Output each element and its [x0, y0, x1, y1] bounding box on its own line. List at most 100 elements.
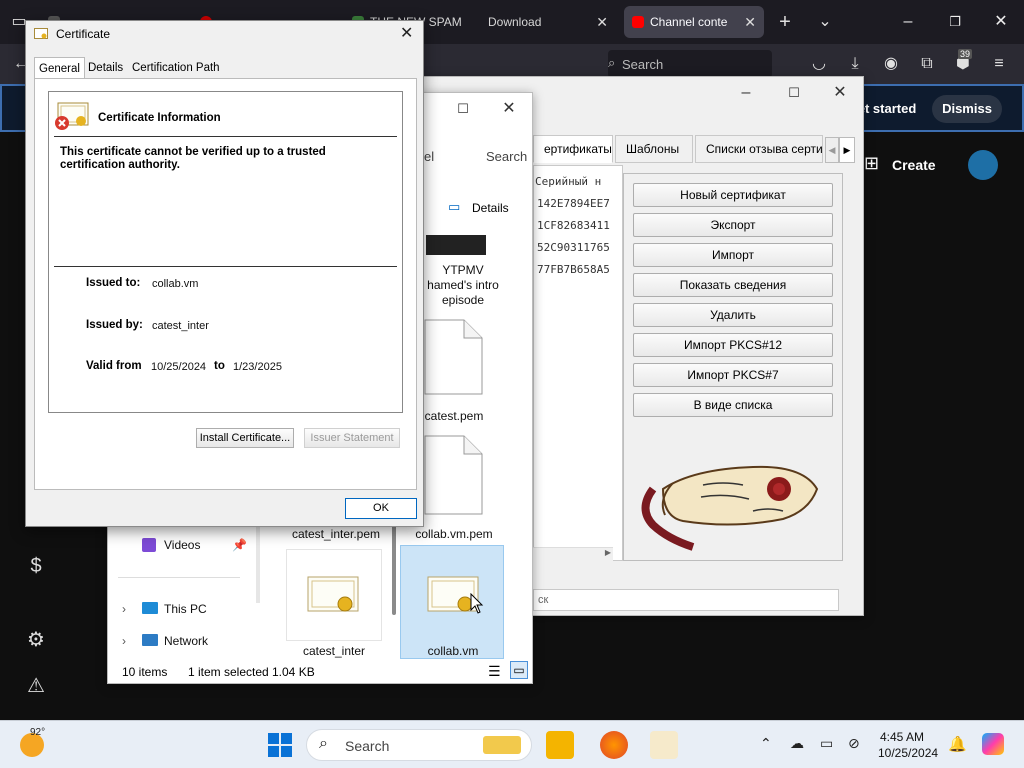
youtube-icon — [632, 16, 644, 28]
minimize-icon[interactable]: – — [731, 79, 761, 107]
details-button[interactable]: ▭ Details — [448, 197, 524, 219]
computer-icon — [142, 602, 158, 614]
clock-date[interactable]: 10/25/2024 — [878, 746, 938, 760]
file-explorer-icon[interactable] — [546, 731, 574, 759]
tab-certification-path[interactable]: Certification Path — [128, 57, 224, 79]
details-divider — [54, 266, 397, 267]
horizontal-scrollbar[interactable]: ▶ — [533, 547, 613, 561]
file-label-ytpmv[interactable]: YTPMV hamed's intro episode — [408, 263, 518, 308]
scroll-seal-illustration — [641, 465, 819, 551]
account-icon[interactable]: ◉ — [880, 53, 902, 75]
create-button[interactable]: ⊞ Create — [858, 150, 950, 180]
maximize-icon[interactable]: ☐ — [779, 79, 809, 107]
file-label-catest-inter-pem[interactable]: catest_inter.pem — [276, 527, 396, 541]
file-icon[interactable] — [424, 435, 484, 515]
firefox-icon[interactable] — [600, 731, 628, 759]
tab-certificates[interactable]: ертификаты — [533, 135, 613, 163]
tab-general[interactable]: General — [34, 57, 85, 79]
list-item[interactable]: 1CF82683411 — [537, 215, 621, 237]
close-icon[interactable]: ✕ — [400, 23, 413, 43]
heading-divider — [54, 136, 397, 137]
valid-to-label: to — [214, 360, 225, 372]
video-thumbnail[interactable] — [426, 235, 486, 255]
pin-icon[interactable]: 📌 — [232, 535, 247, 555]
serial-column-header[interactable]: Серийный н — [535, 171, 619, 193]
export-button[interactable]: Экспорт — [633, 213, 833, 237]
list-item[interactable]: 77FB7B658A5 — [537, 259, 621, 281]
close-icon[interactable]: ✕ — [744, 6, 756, 38]
file-tile-selected[interactable]: collab.vm — [400, 545, 504, 659]
file-tile[interactable] — [286, 549, 382, 641]
chevron-right-icon[interactable]: › — [122, 599, 126, 619]
windows-start-icon[interactable] — [268, 733, 292, 757]
new-certificate-button[interactable]: Новый сертификат — [633, 183, 833, 207]
taskbar-search[interactable]: ⌕ Search — [306, 729, 532, 761]
close-icon[interactable]: ✕ — [494, 95, 524, 123]
certificate-file-icon — [307, 576, 359, 612]
close-icon[interactable]: ✕ — [596, 6, 608, 38]
ok-button[interactable]: OK — [345, 498, 417, 519]
dismiss-button[interactable]: Dismiss — [932, 95, 1002, 123]
close-icon[interactable]: ✕ — [825, 79, 855, 107]
earn-icon[interactable]: $ — [22, 552, 50, 580]
details-view-icon[interactable]: ☰ — [488, 663, 501, 680]
file-label-catest-inter[interactable]: catest_inter — [286, 644, 382, 658]
feedback-icon[interactable]: ⚠ — [22, 672, 50, 700]
chevron-down-icon[interactable]: ⌄ — [814, 11, 836, 33]
list-item[interactable]: 52C90311765 — [537, 237, 621, 259]
browser-tab-download[interactable]: Download ✕ — [476, 6, 616, 38]
item-count: 10 items — [122, 665, 168, 679]
new-tab-icon[interactable]: + — [774, 11, 796, 33]
certificate-warning-icon — [55, 102, 89, 130]
file-label-collab-vm-pem[interactable]: collab.vm.pem — [402, 527, 506, 541]
avatar[interactable] — [968, 150, 998, 180]
chevron-right-icon[interactable]: › — [122, 631, 126, 651]
issued-by-value: catest_inter — [152, 320, 209, 332]
close-icon[interactable]: ✕ — [986, 8, 1016, 36]
status-field[interactable]: ск — [533, 589, 839, 611]
maximize-icon[interactable]: ☐ — [448, 95, 478, 123]
network-status-icon[interactable]: ⊘ — [848, 735, 860, 752]
cloud-sync-icon[interactable]: ☁ — [790, 735, 804, 752]
install-certificate-button[interactable]: Install Certificate... — [196, 428, 294, 448]
tab-details[interactable]: Details — [84, 57, 127, 79]
tab-templates[interactable]: Шаблоны — [615, 135, 693, 163]
settings-icon[interactable]: ⚙ — [22, 626, 50, 654]
search-box[interactable]: ⌕ Search — [608, 50, 772, 78]
search-label[interactable]: Search — [486, 149, 527, 164]
import-button[interactable]: Импорт — [633, 243, 833, 267]
notification-bell-icon[interactable]: 🔔 — [948, 735, 967, 753]
status-bar: 10 items 1 item selected 1.04 KB ☰ ▭ — [108, 661, 532, 683]
large-icons-view-icon[interactable]: ▭ — [510, 661, 528, 679]
clock-time[interactable]: 4:45 AM — [880, 730, 924, 744]
mouse-cursor-icon — [470, 593, 484, 614]
tab-scroll-left-icon[interactable]: ◀ — [825, 137, 839, 163]
browser-tab-channel-content[interactable]: Channel conte ✕ — [624, 6, 764, 38]
delete-button[interactable]: Удалить — [633, 303, 833, 327]
file-icon[interactable] — [424, 319, 484, 395]
pocket-icon[interactable]: ◡ — [808, 53, 830, 75]
copilot-icon[interactable] — [982, 733, 1004, 755]
tab-scroll-right-icon[interactable]: ▶ — [839, 137, 855, 163]
download-icon[interactable]: ⤓ — [844, 53, 866, 75]
import-pkcs7-button[interactable]: Импорт PKCS#7 — [633, 363, 833, 387]
menu-icon[interactable]: ≡ — [988, 53, 1010, 75]
show-details-button[interactable]: Показать сведения — [633, 273, 833, 297]
issuer-statement-button[interactable]: Issuer Statement — [304, 428, 400, 448]
network-icon — [142, 634, 158, 646]
restore-icon[interactable]: ❐ — [940, 8, 970, 36]
tab-revocation-lists[interactable]: Списки отзыва сертис — [695, 135, 823, 163]
dialog-title: Certificate — [56, 27, 111, 41]
valid-from-label: Valid from — [86, 360, 142, 372]
chevron-up-icon[interactable]: ⌃ — [760, 735, 772, 752]
certificate-manager-icon[interactable] — [650, 731, 678, 759]
certificate-icon — [34, 28, 48, 39]
import-pkcs12-button[interactable]: Импорт PKCS#12 — [633, 333, 833, 357]
file-label-collab-vm: collab.vm — [427, 644, 479, 658]
display-icon[interactable]: ▭ — [820, 735, 833, 752]
extensions-icon[interactable]: ⧉ — [916, 53, 938, 75]
list-item[interactable]: 142E7894EE7 — [537, 193, 621, 215]
minimize-icon[interactable]: – — [893, 8, 923, 36]
extension-badge: 39 — [958, 49, 973, 59]
list-view-button[interactable]: В виде списка — [633, 393, 833, 417]
